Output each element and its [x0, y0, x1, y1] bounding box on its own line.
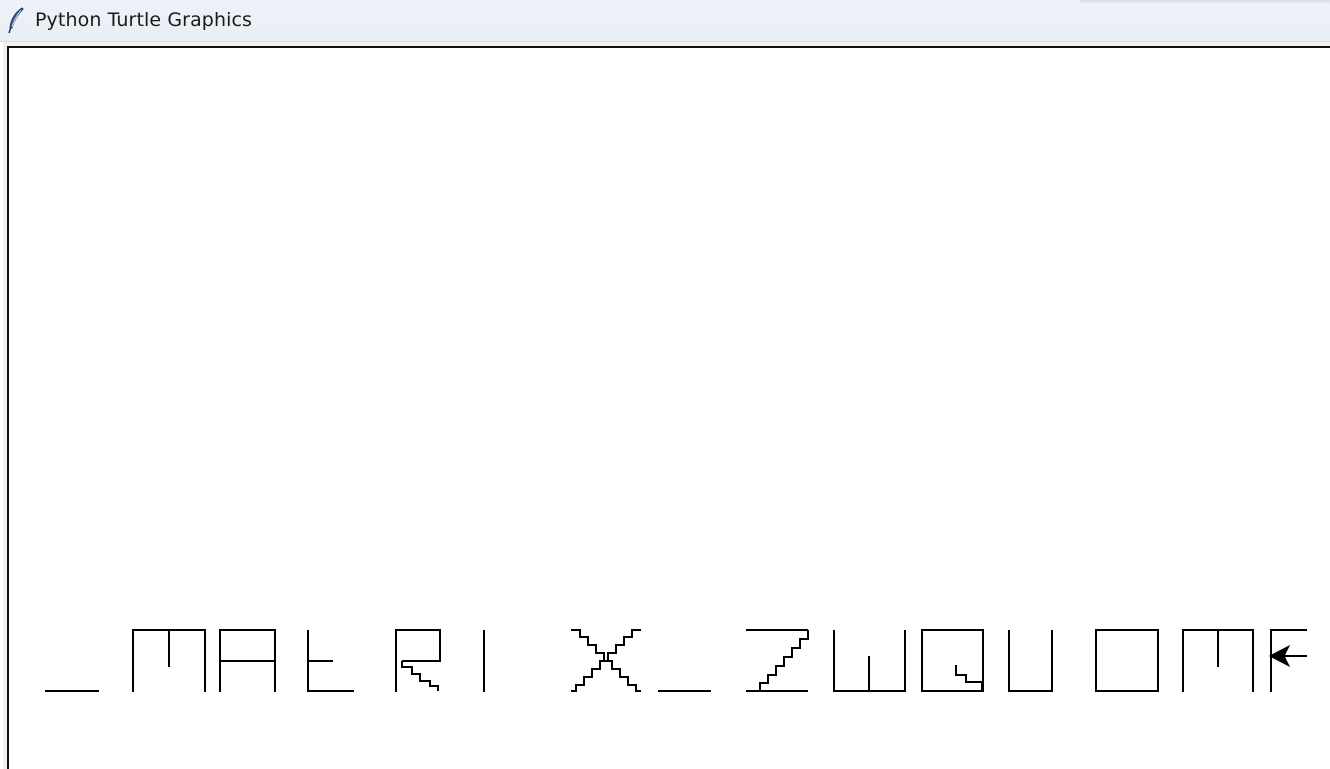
glyph-a [219, 629, 276, 692]
glyph-r [395, 629, 441, 692]
glyph-o [1095, 629, 1159, 692]
glyph-w [833, 630, 906, 692]
title-bar[interactable]: Python Turtle Graphics [0, 0, 1330, 42]
glyph-f [1270, 629, 1307, 692]
glyph-z [746, 629, 809, 692]
glyph-t [307, 630, 354, 692]
drawing-surface [45, 629, 1307, 692]
glyph-u [1008, 630, 1053, 692]
feather-icon [8, 7, 24, 34]
turtle-canvas[interactable] [7, 46, 1330, 769]
turtle-window: Python Turtle Graphics [0, 0, 1330, 769]
title-bar-shadow [1080, 0, 1330, 4]
window-title: Python Turtle Graphics [35, 9, 253, 31]
glyph-q [921, 629, 984, 692]
glyph-m-2 [1182, 629, 1254, 692]
glyph-m-1 [132, 629, 206, 692]
glyph-x [571, 629, 641, 692]
